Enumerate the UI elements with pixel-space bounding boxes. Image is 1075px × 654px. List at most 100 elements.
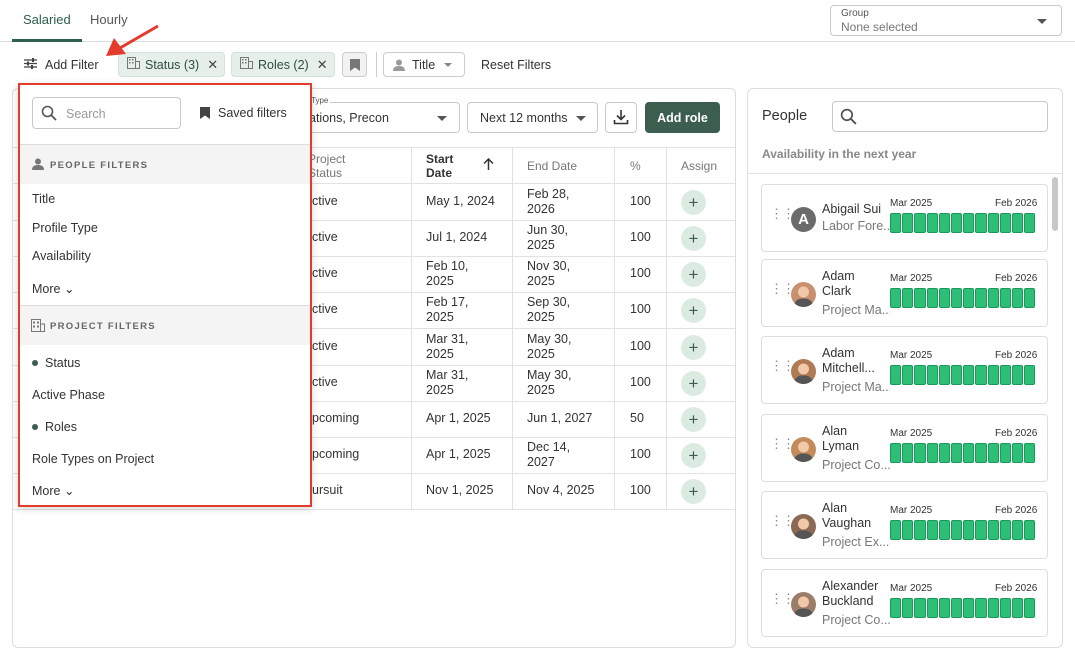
- title-filter-label: Title: [412, 58, 436, 72]
- close-icon[interactable]: ✕: [317, 57, 328, 73]
- person-card[interactable]: ⋮⋮ Adam Mitchell... Project Ma... Mar 20…: [761, 336, 1048, 404]
- plus-icon: +: [688, 264, 699, 284]
- roles-filter-chip[interactable]: Roles (2) ✕: [231, 52, 335, 77]
- availability-month-bar: [1011, 598, 1024, 618]
- add-filter-dropdown: Search Saved filters PEOPLE FILTERS Titl…: [18, 83, 312, 507]
- availability-month-bar: [926, 365, 938, 385]
- close-icon[interactable]: ✕: [207, 57, 218, 73]
- plus-icon: +: [688, 228, 699, 248]
- header-project-status[interactable]: Project Status: [308, 152, 345, 180]
- assign-button[interactable]: +: [681, 479, 706, 504]
- filter-option-title[interactable]: Title: [32, 192, 55, 206]
- assign-button[interactable]: +: [681, 407, 706, 432]
- type-select[interactable]: Type ations, Precon: [300, 96, 460, 133]
- avatar: A: [791, 207, 816, 232]
- filter-option-profile-type[interactable]: Profile Type: [32, 221, 98, 235]
- chevron-down-icon: ⌄: [63, 484, 75, 498]
- more-label: More: [32, 484, 61, 498]
- filter-option-availability[interactable]: Availability: [32, 249, 91, 263]
- header-end-date[interactable]: End Date: [527, 159, 577, 173]
- person-card[interactable]: ⋮⋮ Adam Clark Project Ma... Mar 2025 Feb…: [761, 259, 1048, 327]
- chevron-down-icon: [444, 63, 452, 67]
- date-range-select[interactable]: Next 12 months: [467, 102, 598, 133]
- assign-button[interactable]: +: [681, 298, 706, 323]
- availability-month-bar: [1024, 213, 1036, 233]
- start-date-cell: Apr 1, 2025: [426, 411, 491, 425]
- filter-option-status[interactable]: Status: [45, 356, 80, 370]
- download-icon: [613, 109, 629, 128]
- project-status-cell: ctive: [312, 339, 338, 353]
- availability-month-bar: [950, 288, 963, 308]
- person-card[interactable]: ⋮⋮ A Abigail Sui Labor Fore... Mar 2025 …: [761, 184, 1048, 252]
- person-role: Project Co...: [822, 458, 890, 472]
- availability-month-bar: [963, 598, 975, 618]
- person-card[interactable]: ⋮⋮ Alexander Buckland Project Co... Mar …: [761, 569, 1048, 637]
- assign-button[interactable]: +: [681, 371, 706, 396]
- availability-month-bar: [1011, 520, 1024, 540]
- availability-month-bar: [950, 213, 963, 233]
- bookmark-icon: [350, 59, 360, 74]
- availability-month-bar: [902, 288, 914, 308]
- availability-bars: [890, 443, 1036, 463]
- availability-month-bar: [890, 598, 902, 618]
- arrow-up-icon[interactable]: [483, 157, 494, 173]
- active-filter-dot: [32, 424, 38, 430]
- assign-button[interactable]: +: [681, 190, 706, 215]
- availability-month-bar: [938, 598, 950, 618]
- people-filters-header: PEOPLE FILTERS: [20, 144, 310, 184]
- assign-button[interactable]: +: [681, 335, 706, 360]
- availability-bars: [890, 288, 1036, 308]
- availability-month-bar: [1011, 443, 1024, 463]
- people-scrollbar[interactable]: [1050, 175, 1060, 645]
- type-label: Type: [309, 96, 331, 105]
- availability-month-bar: [999, 443, 1011, 463]
- start-date-cell: Nov 1, 2025: [426, 483, 494, 497]
- availability-month-bar: [890, 365, 902, 385]
- download-button[interactable]: [605, 102, 637, 133]
- save-filter-button[interactable]: [342, 52, 367, 77]
- availability-month-bar: [926, 288, 938, 308]
- title-filter-button[interactable]: Title: [383, 52, 465, 77]
- percent-cell: 100: [630, 375, 651, 389]
- reset-filters-button[interactable]: Reset Filters: [481, 58, 551, 72]
- availability-month-bar: [902, 520, 914, 540]
- availability-month-bar: [890, 213, 902, 233]
- availability-month-bar: [999, 288, 1011, 308]
- person-card[interactable]: ⋮⋮ Alan Vaughan Project Ex... Mar 2025 F…: [761, 491, 1048, 559]
- add-filter-button[interactable]: Add Filter: [45, 58, 99, 72]
- saved-filters-button[interactable]: Saved filters: [218, 106, 287, 120]
- availability-month-bar: [1011, 213, 1024, 233]
- person-role: Project Ma...: [822, 380, 890, 394]
- availability-month-bar: [1024, 365, 1036, 385]
- filter-option-role-types[interactable]: Role Types on Project: [32, 452, 154, 466]
- scrollbar-thumb[interactable]: [1052, 177, 1058, 231]
- assign-button[interactable]: +: [681, 443, 706, 468]
- availability-month-bar: [975, 598, 987, 618]
- availability-month-bar: [890, 288, 902, 308]
- header-start-date[interactable]: Start Date: [426, 152, 453, 180]
- header-percent[interactable]: %: [630, 159, 641, 173]
- person-card[interactable]: ⋮⋮ Alan Lyman Project Co... Mar 2025 Feb…: [761, 414, 1048, 482]
- people-search-input[interactable]: [832, 101, 1048, 132]
- assign-button[interactable]: +: [681, 226, 706, 251]
- filter-option-active-phase[interactable]: Active Phase: [32, 388, 105, 402]
- project-more-button[interactable]: More ⌄: [32, 483, 74, 498]
- group-select[interactable]: Group None selected: [830, 5, 1062, 36]
- chevron-down-icon: [1037, 19, 1047, 24]
- filter-option-roles[interactable]: Roles: [45, 420, 77, 434]
- people-more-button[interactable]: More ⌄: [32, 281, 74, 296]
- availability-month-bar: [975, 213, 987, 233]
- availability-month-bar: [950, 443, 963, 463]
- tab-salaried[interactable]: Salaried: [23, 12, 71, 27]
- add-role-button[interactable]: Add role: [645, 102, 720, 133]
- project-status-cell: ctive: [312, 230, 338, 244]
- availability-month-bar: [914, 213, 926, 233]
- assign-button[interactable]: +: [681, 262, 706, 287]
- availability-bars: [890, 520, 1036, 540]
- start-date-cell: Jul 1, 2024: [426, 230, 488, 244]
- availability-month-bar: [926, 520, 938, 540]
- filter-search-input[interactable]: Search: [32, 97, 181, 129]
- plus-icon: +: [688, 337, 699, 357]
- active-tab-indicator: [12, 39, 82, 42]
- availability-month-bar: [987, 598, 999, 618]
